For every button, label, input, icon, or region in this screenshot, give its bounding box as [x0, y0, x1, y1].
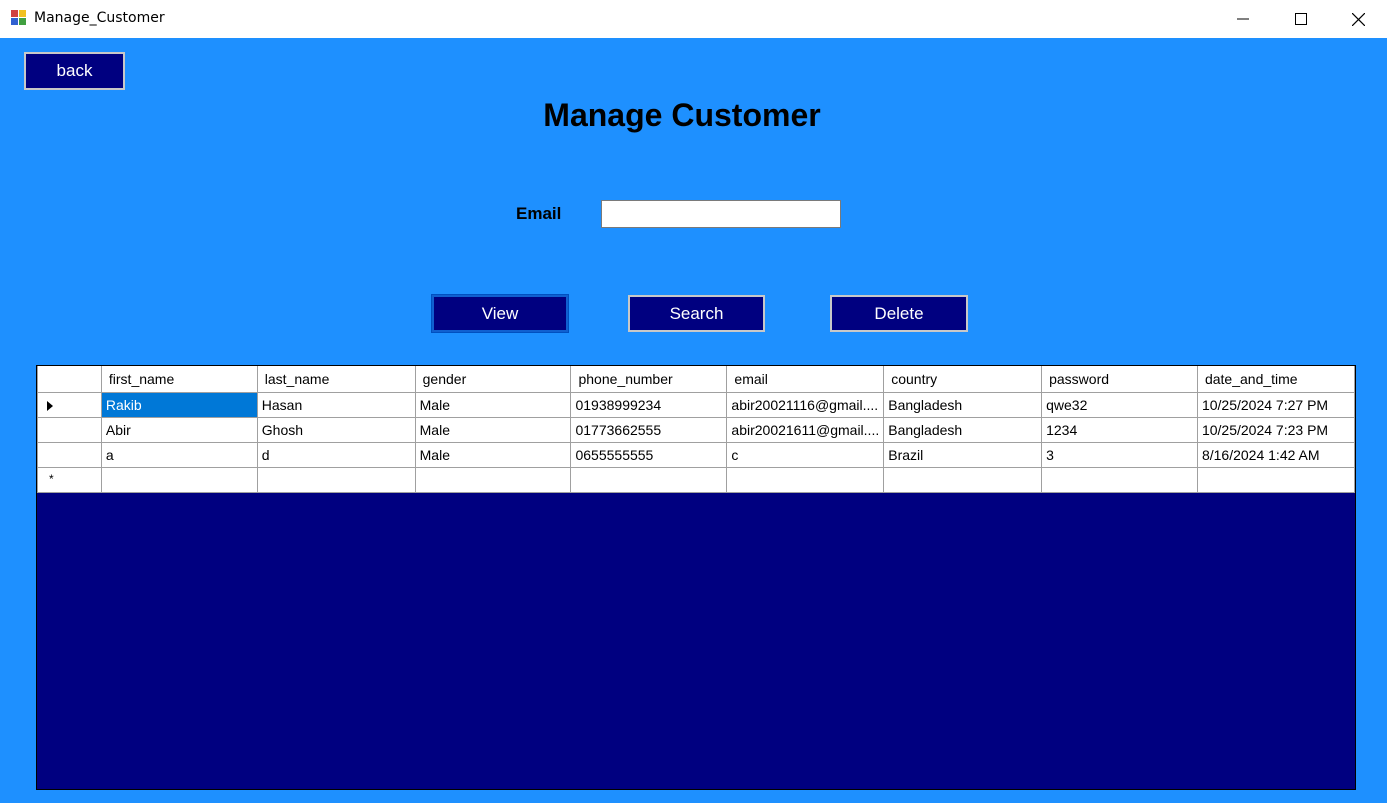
table-cell[interactable]: Bangladesh — [883, 391, 1043, 418]
table-cell[interactable]: Rakib — [100, 391, 258, 418]
new-row[interactable]: * — [37, 466, 1356, 493]
customer-data-grid[interactable]: first_name last_name gender phone_number… — [36, 365, 1356, 790]
column-header[interactable]: email — [726, 366, 885, 393]
table-cell[interactable] — [883, 466, 1043, 493]
table-row[interactable]: a d Male 0655555555 c Brazil 3 8/16/2024… — [37, 441, 1356, 468]
table-cell[interactable]: a — [100, 441, 258, 468]
table-cell[interactable] — [414, 466, 572, 493]
table-cell[interactable]: Ghosh — [256, 416, 416, 443]
column-header[interactable]: gender — [414, 366, 572, 393]
customer-table: first_name last_name gender phone_number… — [37, 366, 1356, 493]
table-cell[interactable]: Male — [414, 391, 572, 418]
row-header[interactable] — [37, 441, 102, 468]
column-header[interactable]: phone_number — [570, 366, 728, 393]
delete-button[interactable]: Delete — [830, 295, 968, 332]
table-cell[interactable]: 01773662555 — [570, 416, 728, 443]
row-header[interactable]: * — [37, 466, 102, 493]
table-cell[interactable]: 10/25/2024 7:27 PM — [1196, 391, 1356, 418]
table-cell[interactable]: Abir — [100, 416, 258, 443]
maximize-button[interactable] — [1272, 0, 1330, 38]
column-header[interactable]: country — [883, 366, 1043, 393]
table-cell[interactable]: Hasan — [256, 391, 416, 418]
column-header[interactable]: date_and_time — [1196, 366, 1356, 393]
table-cell[interactable] — [100, 466, 258, 493]
close-button[interactable] — [1329, 0, 1387, 38]
table-cell[interactable]: 10/25/2024 7:23 PM — [1196, 416, 1356, 443]
table-cell[interactable] — [570, 466, 728, 493]
table-cell[interactable] — [726, 466, 885, 493]
view-button[interactable]: View — [431, 294, 569, 333]
table-cell[interactable]: 3 — [1041, 441, 1198, 468]
column-header[interactable]: first_name — [100, 366, 258, 393]
table-cell[interactable]: d — [256, 441, 416, 468]
window-title: Manage_Customer — [34, 10, 165, 26]
email-label: Email — [516, 204, 562, 223]
table-header-row: first_name last_name gender phone_number… — [37, 366, 1356, 393]
new-row-star-icon: * — [49, 471, 54, 486]
table-row[interactable]: Abir Ghosh Male 01773662555 abir20021611… — [37, 416, 1356, 443]
table-cell[interactable]: abir20021116@gmail.... — [726, 391, 885, 418]
table-cell[interactable]: Male — [414, 441, 572, 468]
table-cell[interactable] — [1196, 466, 1356, 493]
table-cell[interactable]: 01938999234 — [570, 391, 728, 418]
table-row[interactable]: Rakib Hasan Male 01938999234 abir2002111… — [37, 391, 1356, 418]
current-row-arrow-icon — [47, 400, 53, 411]
table-cell[interactable]: qwe32 — [1041, 391, 1198, 418]
table-cell[interactable] — [1041, 466, 1198, 493]
title-bar: Manage_Customer — [0, 0, 1387, 38]
row-header[interactable] — [37, 416, 102, 443]
table-cell[interactable]: Bangladesh — [883, 416, 1043, 443]
back-button[interactable]: back — [24, 52, 125, 90]
table-cell[interactable]: c — [726, 441, 885, 468]
table-cell[interactable]: 0655555555 — [570, 441, 728, 468]
minimize-icon — [1237, 18, 1249, 20]
table-cell[interactable]: Brazil — [883, 441, 1043, 468]
maximize-icon — [1295, 13, 1307, 25]
row-header-corner[interactable] — [37, 366, 102, 393]
table-cell[interactable]: Male — [414, 416, 572, 443]
table-cell[interactable] — [256, 466, 416, 493]
email-input[interactable] — [601, 200, 841, 228]
table-cell[interactable]: abir20021611@gmail.... — [726, 416, 885, 443]
close-icon — [1351, 12, 1365, 26]
table-cell[interactable]: 1234 — [1041, 416, 1198, 443]
row-header[interactable] — [37, 391, 102, 418]
search-button[interactable]: Search — [628, 295, 765, 332]
column-header[interactable]: password — [1041, 366, 1198, 393]
minimize-button[interactable] — [1214, 0, 1272, 38]
app-icon — [11, 10, 27, 26]
column-header[interactable]: last_name — [256, 366, 416, 393]
form-client-area: back Manage Customer Email View Search D… — [0, 38, 1387, 803]
table-cell[interactable]: 8/16/2024 1:42 AM — [1196, 441, 1356, 468]
page-title: Manage Customer — [543, 97, 821, 133]
